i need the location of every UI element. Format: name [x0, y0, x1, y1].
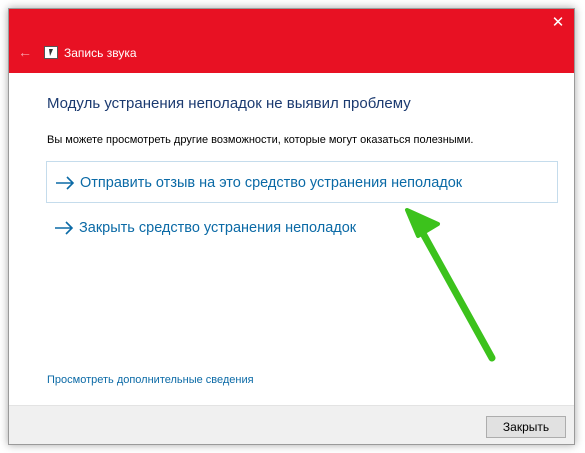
- more-info-link[interactable]: Просмотреть дополнительные сведения: [47, 373, 254, 387]
- send-feedback-option[interactable]: Отправить отзыв на это средство устранен…: [46, 161, 558, 203]
- page-heading: Модуль устранения неполадок не выявил пр…: [47, 95, 411, 112]
- close-button[interactable]: Закрыть: [486, 416, 566, 438]
- title-bar: ← Запись звука ✕: [9, 9, 574, 73]
- footer-bar: Закрыть: [9, 405, 574, 444]
- troubleshooter-window: ← Запись звука ✕ Модуль устранения непол…: [8, 8, 575, 445]
- send-feedback-label: Отправить отзыв на это средство устранен…: [80, 175, 463, 191]
- arrow-right-icon: [55, 221, 74, 235]
- close-troubleshooter-label: Закрыть средство устранения неполадок: [79, 220, 357, 236]
- back-arrow-icon[interactable]: ←: [15, 42, 35, 62]
- window-title: Запись звука: [64, 46, 137, 60]
- page-subtext: Вы можете просмотреть другие возможности…: [47, 134, 474, 146]
- close-icon[interactable]: ✕: [548, 13, 568, 33]
- audio-recording-icon: [44, 46, 58, 59]
- arrow-right-icon: [56, 176, 75, 190]
- close-troubleshooter-option[interactable]: Закрыть средство устранения неполадок: [46, 207, 558, 249]
